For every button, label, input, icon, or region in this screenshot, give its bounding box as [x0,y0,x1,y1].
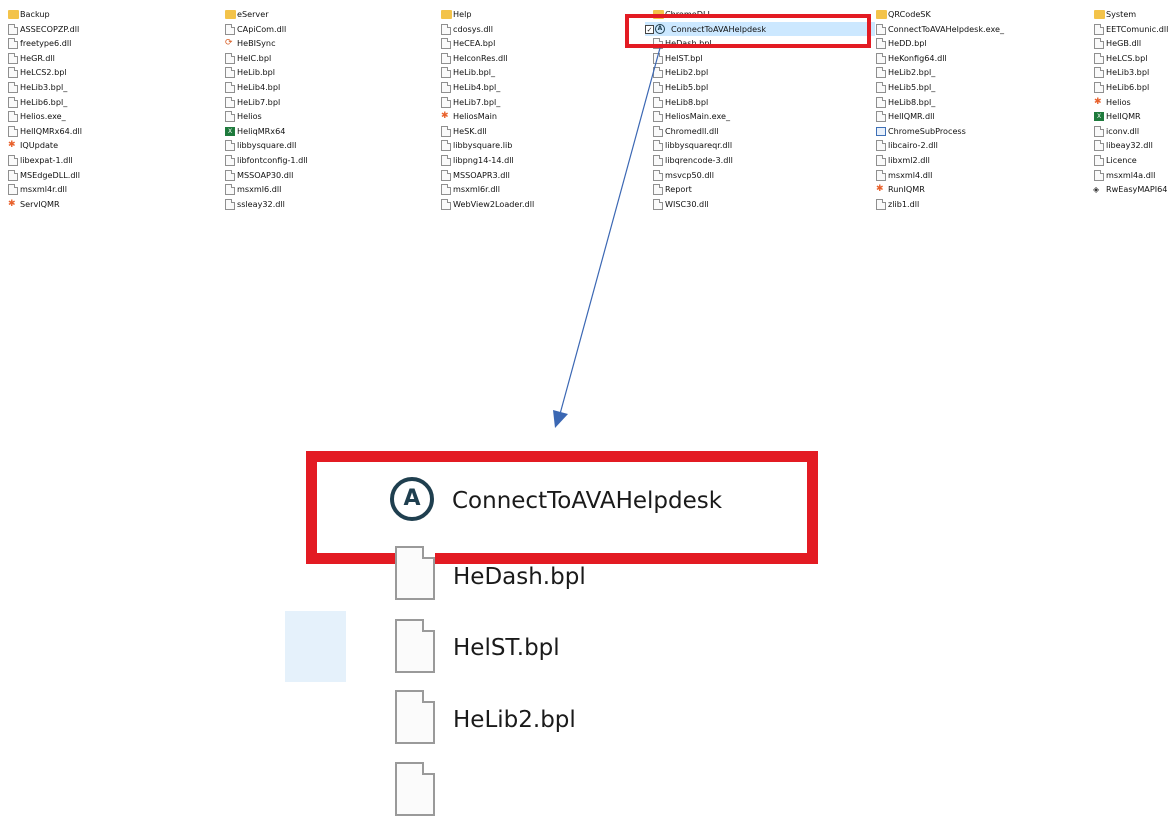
highlight-box-large [306,451,818,564]
zoom-item-label: HeDash.bpl [453,564,586,590]
zoom-item-label: HelST.bpl [453,635,560,661]
pointer-arrow [553,47,661,428]
arrow-head [553,410,568,428]
zoom-selection-area [285,611,346,682]
zoom-item-label: HeLib2.bpl [453,707,576,733]
arrow-line [559,47,661,415]
file-icon [395,690,435,744]
file-icon [395,546,435,600]
file-icon [395,762,435,816]
file-icon [395,619,435,673]
